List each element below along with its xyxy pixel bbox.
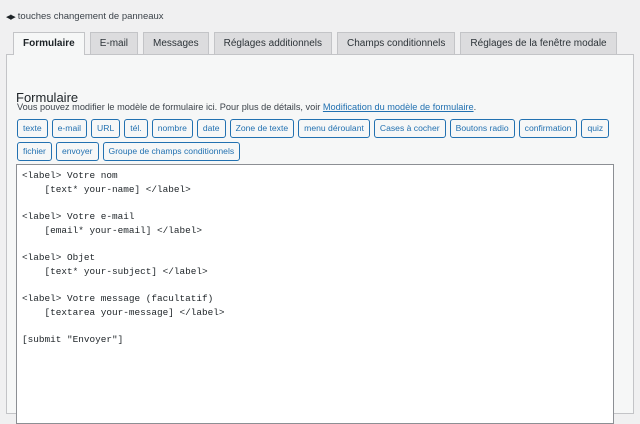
tab-messages[interactable]: Messages — [143, 32, 209, 54]
tag-text-button[interactable]: texte — [17, 119, 48, 138]
tag-textarea-button[interactable]: Zone de texte — [229, 119, 295, 138]
form-panel: Formulaire Vous pouvez modifier le modèl… — [6, 54, 634, 424]
panel-description: Vous pouvez modifier le modèle de formul… — [17, 102, 476, 112]
tag-checkbox-button[interactable]: Cases à cocher — [373, 119, 446, 138]
tag-conditional-group-button[interactable]: Groupe de champs conditionnels — [102, 142, 241, 161]
tag-file-button[interactable]: fichier — [17, 142, 52, 161]
left-right-arrows-icon: ◀▶ — [6, 13, 16, 21]
panel-description-end: . — [473, 102, 477, 112]
panel-switch-hint-label: touches changement de panneaux — [17, 11, 164, 22]
tag-tel-button[interactable]: tél. — [124, 119, 148, 138]
form-tabs: Formulaire E-mail Messages Réglages addi… — [13, 32, 617, 55]
tag-quiz-button[interactable]: quiz — [581, 119, 610, 138]
tag-select-button[interactable]: menu déroulant — [298, 119, 370, 138]
form-template-help-link[interactable]: Modification du modèle de formulaire — [323, 102, 474, 112]
panel-description-text: Vous pouvez modifier le modèle de formul… — [17, 102, 323, 112]
panel-switch-hint: ◀▶ touches changement de panneaux — [6, 11, 164, 22]
tag-submit-button[interactable]: envoyer — [55, 142, 99, 161]
tag-acceptance-button[interactable]: confirmation — [518, 119, 578, 138]
tag-email-button[interactable]: e-mail — [51, 119, 88, 138]
tag-number-button[interactable]: nombre — [151, 119, 193, 138]
tag-radio-button[interactable]: Boutons radio — [449, 119, 515, 138]
tab-additional-settings[interactable]: Réglages additionnels — [213, 32, 333, 54]
form-template-editor[interactable]: <label> Votre nom [text* your-name] </la… — [16, 164, 614, 424]
tag-url-button[interactable]: URL — [91, 119, 121, 138]
tab-conditional-fields[interactable]: Champs conditionnels — [337, 32, 456, 54]
tag-generator-toolbar: texte e-mail URL tél. nombre date Zone d… — [17, 119, 627, 161]
tab-formulaire[interactable]: Formulaire — [13, 32, 85, 55]
tab-email[interactable]: E-mail — [89, 32, 139, 54]
tab-modal-settings[interactable]: Réglages de la fenêtre modale — [460, 32, 617, 54]
tag-date-button[interactable]: date — [196, 119, 226, 138]
